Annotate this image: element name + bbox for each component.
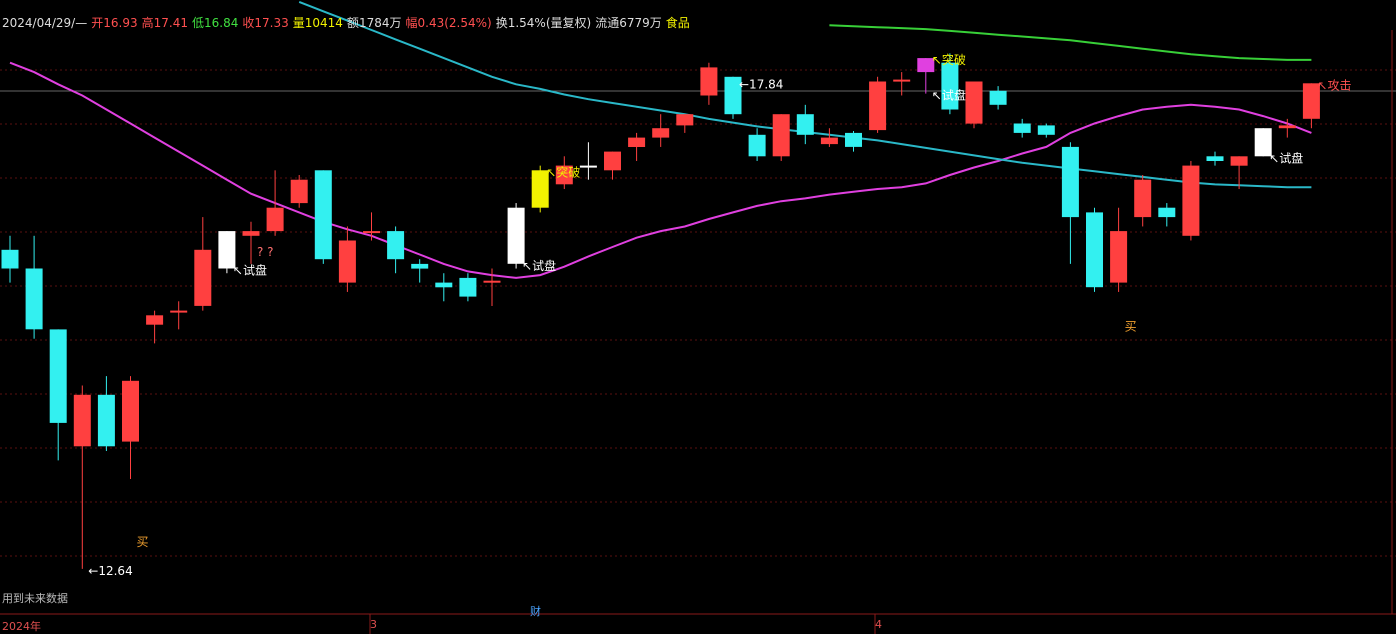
annotation-label: ↖攻击	[1317, 78, 1351, 92]
candle-body	[507, 207, 525, 264]
candle-body	[483, 280, 501, 283]
candle-body	[772, 114, 790, 157]
candle-body	[700, 67, 718, 96]
sector-label: 食品	[665, 16, 690, 30]
green-moving-average-line	[829, 24, 1312, 61]
candle-body	[290, 179, 308, 204]
open-label: 开	[91, 16, 104, 30]
change-value: 0.43(2.54%)	[417, 16, 492, 30]
annotation-label: ↖突破	[546, 164, 580, 179]
x-label-year: 2024年	[2, 620, 41, 633]
candle-body	[1, 249, 19, 269]
float-value: 6779万	[619, 16, 662, 30]
candle-body	[338, 240, 356, 283]
turnover-value: 换1.54%(量复权)	[495, 16, 592, 30]
candle-body	[652, 128, 670, 138]
candle-body	[146, 315, 164, 325]
candle-body	[242, 231, 260, 236]
annotation-label: ↖试盘	[932, 88, 966, 103]
volume-label: 量	[292, 16, 305, 30]
candle-body	[122, 380, 139, 442]
candle-body	[1086, 212, 1103, 288]
candle-body	[579, 165, 597, 168]
candle-body	[1230, 156, 1248, 166]
candle-body	[748, 134, 766, 157]
candle-body	[869, 81, 887, 131]
candlestick-plot: ←12.64←17.84↖试盘 ↖试盘↖试盘↖试盘↖突破↖突破买买↖攻击? ?	[0, 0, 1396, 634]
change-label: 幅	[405, 16, 418, 30]
candle-body	[1013, 123, 1031, 133]
finance-marker[interactable]: 财	[530, 603, 541, 619]
high-value: 17.41	[153, 16, 188, 30]
candle-body	[435, 282, 453, 288]
quote-header: 2024/04/29/— 开16.93 高17.41 低16.84 收17.33 量104…	[2, 14, 694, 31]
candle-body	[170, 310, 188, 313]
annotation-label: ←12.64	[88, 564, 132, 578]
low-label: 低	[191, 16, 204, 30]
candle-body	[604, 151, 621, 171]
annotation-label: ? ?	[257, 245, 274, 259]
candle-body	[314, 170, 332, 260]
annotation-label: ↖试盘	[1269, 150, 1303, 165]
quote-date: 2024/04/29/—	[2, 16, 88, 30]
annotation-label: ↖试盘	[233, 263, 267, 278]
candle-body	[820, 137, 838, 145]
stock-chart: { "header": { "date": "2024/04/29/—", "o…	[0, 0, 1396, 634]
float-label: 流通	[595, 16, 620, 30]
volume-value: 10414	[304, 16, 343, 30]
candle-body	[989, 90, 1007, 105]
candle-body	[845, 132, 862, 147]
x-label-april: 4	[875, 618, 882, 631]
candle-body	[1278, 125, 1296, 129]
close-label: 收	[242, 16, 255, 30]
candle-body	[965, 81, 983, 124]
annotation-label: ↖突破	[932, 52, 966, 67]
candle-body	[97, 394, 115, 447]
amount-value: 1784万	[358, 16, 402, 30]
candle-body	[49, 329, 67, 423]
candle-body	[1158, 207, 1176, 218]
candle-body	[25, 268, 43, 330]
candle-body	[1206, 156, 1224, 161]
amount-label: 额	[346, 16, 359, 30]
candle-body	[676, 114, 694, 126]
future-data-note: 用到未来数据	[2, 592, 68, 605]
candle-body	[459, 277, 477, 297]
annotation-label: ←17.84	[739, 77, 783, 91]
candle-body	[1182, 165, 1200, 236]
annotation-label: ↖试盘	[522, 258, 556, 273]
close-value: 17.33	[254, 16, 289, 30]
candle-body	[73, 394, 91, 447]
candle-body	[796, 114, 814, 135]
candle-body	[893, 79, 911, 82]
candle-body	[411, 263, 429, 269]
candle-body	[628, 137, 646, 147]
candle-body	[266, 207, 284, 232]
candle-body	[1134, 179, 1152, 218]
annotation-label: 买	[137, 535, 149, 549]
annotation-label: 买	[1125, 320, 1137, 334]
low-value: 16.84	[203, 16, 239, 30]
candle-body	[1110, 231, 1128, 283]
open-value: 16.93	[103, 16, 138, 30]
candle-body	[363, 231, 380, 234]
high-label: 高	[141, 16, 154, 30]
candle-body	[194, 249, 212, 306]
candle-body	[1037, 125, 1055, 135]
candle-body	[1061, 146, 1079, 218]
x-label-march: 3	[370, 618, 377, 631]
candle-body	[387, 231, 405, 260]
